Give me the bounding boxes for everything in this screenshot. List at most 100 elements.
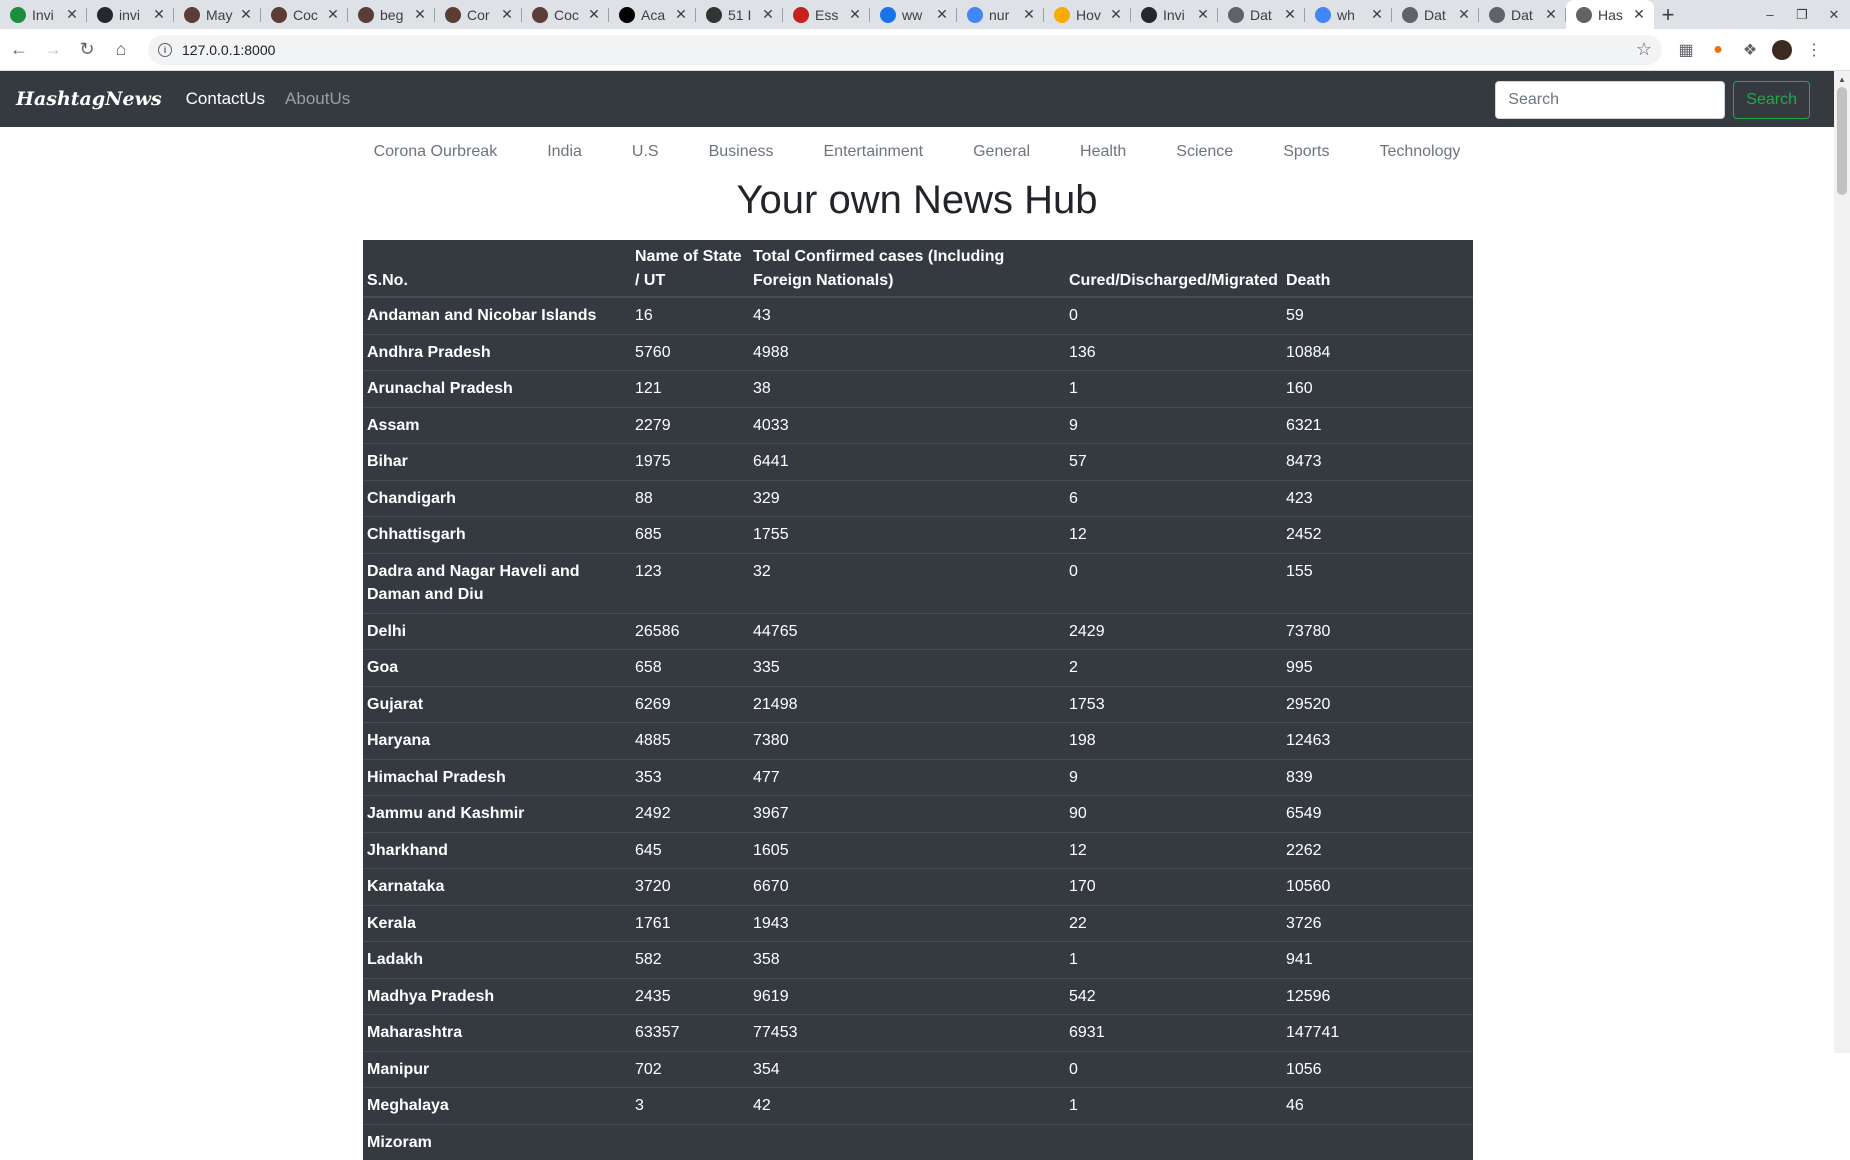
table-cell	[631, 1123, 749, 1160]
browser-tab[interactable]: Dat ✕	[1479, 0, 1566, 29]
tab-close-icon[interactable]: ✕	[1281, 6, 1299, 23]
table-row: Jharkhand 645 1605 12 2262	[363, 831, 1473, 869]
browser-tab[interactable]: invi ✕	[87, 0, 174, 29]
tab-close-icon[interactable]: ✕	[933, 6, 951, 23]
doc-icon	[793, 6, 809, 23]
browser-tab[interactable]: wh ✕	[1305, 0, 1392, 29]
scroll-up-icon[interactable]: ▲	[1834, 71, 1850, 87]
browser-tab[interactable]: Ess ✕	[783, 0, 870, 29]
browser-tab[interactable]: Dat ✕	[1218, 0, 1305, 29]
tab-close-icon[interactable]: ✕	[150, 6, 168, 23]
tab-close-icon[interactable]: ✕	[1542, 6, 1560, 23]
site-info-icon[interactable]: i	[158, 42, 172, 57]
table-cell: 10884	[1281, 333, 1473, 371]
category-link[interactable]: Corona Ourbreak	[349, 143, 523, 161]
reload-icon[interactable]: ↻	[72, 35, 102, 65]
browser-tab[interactable]: 51 I ✕	[696, 0, 783, 29]
browser-menu-icon[interactable]: ⋮	[1798, 35, 1830, 65]
browser-tab[interactable]: Invi ✕	[1131, 0, 1218, 29]
nav-link-aboutus[interactable]: AboutUs	[285, 89, 350, 109]
category-link[interactable]: India	[522, 143, 607, 161]
nav-link-contactus[interactable]: ContactUs	[186, 89, 265, 109]
extensions-puzzle-icon[interactable]: ❖	[1734, 35, 1766, 65]
browser-tab[interactable]: Dat ✕	[1392, 0, 1479, 29]
home-icon[interactable]: ⌂	[106, 35, 136, 65]
tab-close-icon[interactable]: ✕	[585, 6, 603, 23]
tab-close-icon[interactable]: ✕	[1020, 6, 1038, 23]
tab-close-icon[interactable]: ✕	[1368, 6, 1386, 23]
category-link[interactable]: Business	[684, 143, 799, 161]
col-header-cured: Cured/Discharged/Migrated	[1065, 240, 1282, 298]
tab-close-icon[interactable]: ✕	[411, 6, 429, 23]
address-url[interactable]: 127.0.0.1:8000	[182, 42, 1636, 58]
table-cell: 995	[1281, 649, 1473, 686]
browser-tab[interactable]: May ✕	[174, 0, 261, 29]
profile-avatar-icon[interactable]	[1766, 35, 1798, 65]
browser-tab[interactable]: Invi ✕	[0, 0, 87, 29]
bookmark-star-icon[interactable]: ☆	[1636, 39, 1652, 60]
restore-icon[interactable]: ❐	[1786, 0, 1818, 29]
back-icon[interactable]: ←	[4, 35, 34, 65]
table-cell: 42	[749, 1087, 1065, 1124]
search-input[interactable]	[1495, 81, 1726, 119]
tab-close-icon[interactable]: ✕	[1194, 6, 1212, 23]
table-cell: 354	[749, 1050, 1065, 1088]
search-button[interactable]: Search	[1733, 81, 1810, 119]
category-link[interactable]: Sports	[1258, 143, 1354, 161]
tab-close-icon[interactable]: ✕	[759, 6, 777, 23]
tab-close-icon[interactable]: ✕	[672, 6, 690, 23]
browser-tab[interactable]: Aca ✕	[609, 0, 696, 29]
table-cell: 22	[1065, 904, 1282, 942]
browser-tab[interactable]: Hov ✕	[1044, 0, 1131, 29]
state-name-cell: Gujarat	[363, 685, 631, 723]
browser-tab[interactable]: Has ✕	[1566, 0, 1654, 29]
table-cell: 6	[1065, 479, 1282, 517]
category-link[interactable]: U.S	[607, 143, 684, 161]
covid-state-table: S.No. Name of State / UT Total Confirmed…	[363, 240, 1473, 1160]
browser-tab[interactable]: Coc ✕	[261, 0, 348, 29]
extension-fire-icon[interactable]: ●	[1702, 35, 1734, 65]
tab-close-icon[interactable]: ✕	[237, 6, 255, 23]
table-cell: 7380	[749, 722, 1065, 759]
category-link[interactable]: General	[948, 143, 1055, 161]
browser-tab-title: Ess	[815, 6, 839, 23]
globe-icon	[1489, 6, 1505, 23]
table-cell: 645	[631, 831, 749, 869]
tab-close-icon[interactable]: ✕	[63, 6, 81, 23]
close-window-icon[interactable]: ✕	[1818, 0, 1850, 29]
browser-tab[interactable]: beg ✕	[348, 0, 435, 29]
table-cell: 3	[631, 1087, 749, 1124]
page-scrollbar[interactable]: ▲	[1834, 71, 1850, 1053]
address-bar[interactable]: i 127.0.0.1:8000 ☆	[148, 34, 1662, 65]
tab-close-icon[interactable]: ✕	[1630, 6, 1648, 23]
browser-tab[interactable]: Coc ✕	[522, 0, 609, 29]
new-tab-icon[interactable]: +	[1654, 0, 1682, 29]
category-link[interactable]: Health	[1055, 143, 1151, 161]
tab-close-icon[interactable]: ✕	[498, 6, 516, 23]
table-cell: 2435	[631, 977, 749, 1015]
state-name-cell: Himachal Pradesh	[363, 758, 631, 796]
table-cell: 12	[1065, 516, 1282, 553]
table-cell: 1056	[1281, 1050, 1473, 1088]
minimize-icon[interactable]: –	[1754, 0, 1786, 29]
category-link[interactable]: Technology	[1354, 143, 1485, 161]
tab-close-icon[interactable]: ✕	[846, 6, 864, 23]
table-cell: 44765	[749, 612, 1065, 650]
browser-tab[interactable]: Cor ✕	[435, 0, 522, 29]
state-name-cell: Bihar	[363, 443, 631, 480]
state-name-cell: Kerala	[363, 904, 631, 942]
table-cell: 582	[631, 941, 749, 978]
tab-close-icon[interactable]: ✕	[1107, 6, 1125, 23]
table-row: Bihar 1975 6441 57 8473	[363, 443, 1473, 480]
tab-close-icon[interactable]: ✕	[324, 6, 342, 23]
browser-tab[interactable]: nur ✕	[957, 0, 1044, 29]
scrollbar-thumb[interactable]	[1837, 87, 1847, 195]
tab-close-icon[interactable]: ✕	[1455, 6, 1473, 23]
brand-logo[interactable]: HashtagNews	[16, 88, 162, 110]
category-link[interactable]: Entertainment	[799, 143, 949, 161]
browser-tab[interactable]: ww ✕	[870, 0, 957, 29]
category-link[interactable]: Science	[1151, 143, 1258, 161]
forward-icon[interactable]: →	[38, 35, 68, 65]
qr-code-icon[interactable]: ▦	[1670, 35, 1702, 65]
table-row: Delhi 26586 44765 2429 73780	[363, 612, 1473, 650]
